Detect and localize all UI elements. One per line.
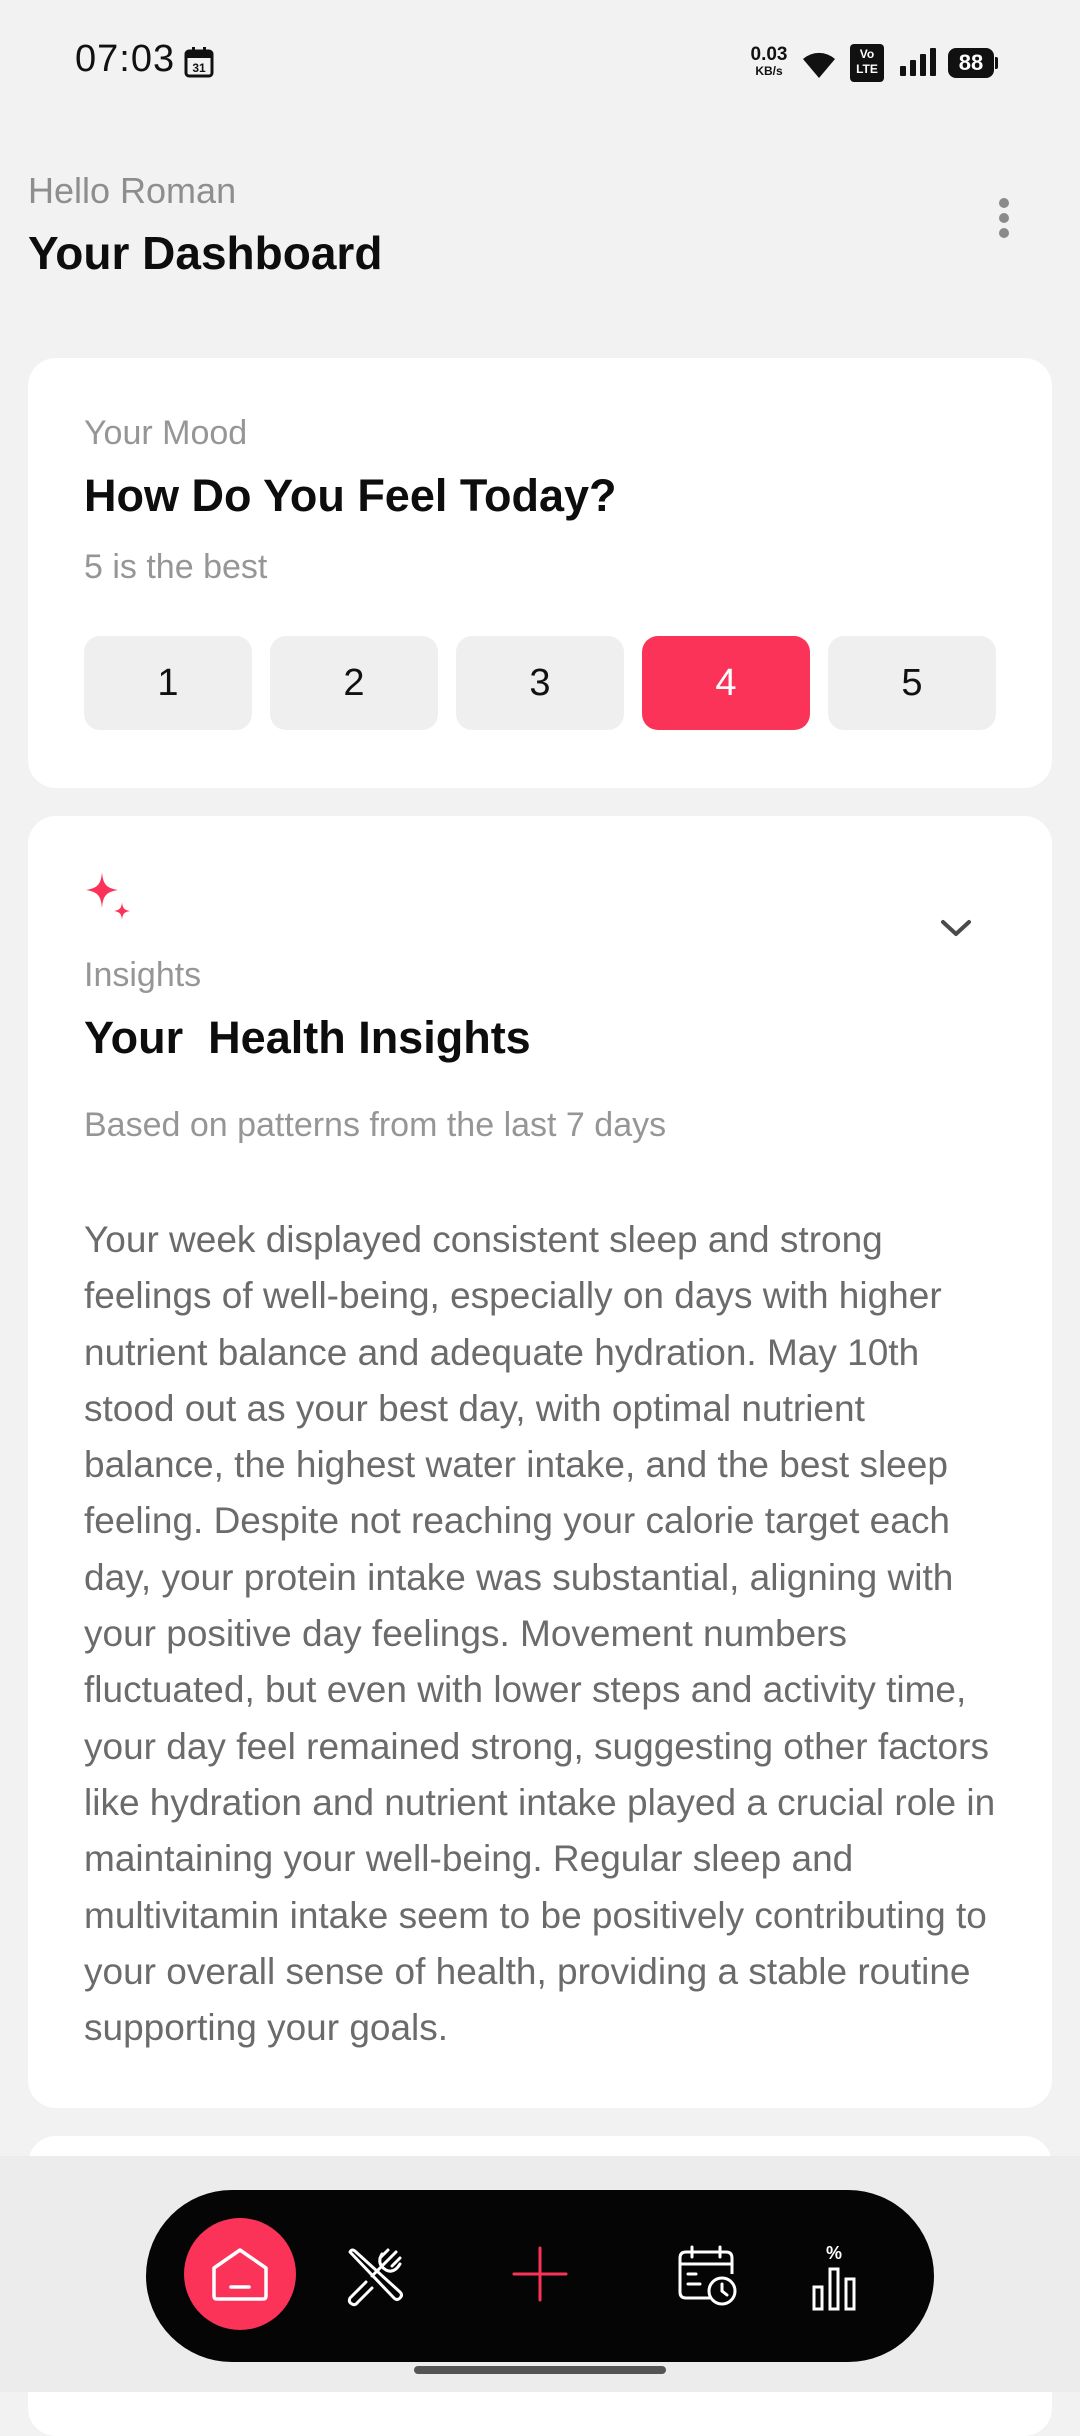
insights-kicker: Insights bbox=[84, 956, 202, 994]
mood-option-2[interactable]: 2 bbox=[270, 636, 438, 730]
insights-subtitle: Based on patterns from the last 7 days bbox=[84, 1106, 667, 1144]
greeting: Hello Roman bbox=[28, 170, 237, 211]
nav-stats-button[interactable]: % bbox=[800, 2234, 880, 2320]
page-title: Your Dashboard bbox=[28, 227, 383, 279]
home-icon bbox=[212, 2248, 268, 2301]
insights-title: Your Health Insights bbox=[84, 1012, 531, 1063]
collapse-insights-button[interactable] bbox=[928, 900, 984, 956]
mood-option-3[interactable]: 3 bbox=[456, 636, 624, 730]
more-dot-icon bbox=[999, 228, 1009, 238]
nav-home-button[interactable] bbox=[184, 2218, 296, 2330]
chevron-down-icon bbox=[941, 920, 971, 936]
insights-body: Your week displayed consistent sleep and… bbox=[84, 1219, 996, 2049]
calendar-clock-icon bbox=[678, 2245, 737, 2306]
wifi-icon bbox=[803, 52, 835, 78]
nav-add-button[interactable] bbox=[500, 2234, 580, 2314]
plus-icon bbox=[512, 2246, 568, 2302]
nav-schedule-button[interactable] bbox=[668, 2236, 748, 2316]
sparkle-icon bbox=[86, 872, 130, 920]
network-speed-value: 0.03 bbox=[750, 44, 788, 65]
fork-knife-icon bbox=[347, 2248, 403, 2307]
mood-subtitle: 5 is the best bbox=[84, 548, 268, 586]
status-bar: 07:03 31 0.03 KB/s Vo LTE 88 bbox=[0, 0, 1080, 128]
battery-tip bbox=[995, 57, 998, 69]
battery-icon: 88 bbox=[948, 48, 998, 78]
status-time: 07:03 bbox=[75, 38, 176, 80]
mood-title: How Do You Feel Today? bbox=[84, 470, 617, 521]
network-speed: 0.03 KB/s bbox=[746, 44, 792, 80]
more-dot-icon bbox=[999, 213, 1009, 223]
mood-kicker: Your Mood bbox=[84, 414, 248, 452]
mood-card: Your Mood How Do You Feel Today? 5 is th… bbox=[28, 358, 1052, 788]
more-options-button[interactable] bbox=[984, 192, 1024, 244]
mood-option-1[interactable]: 1 bbox=[84, 636, 252, 730]
nav-meals-button[interactable] bbox=[334, 2238, 414, 2318]
mood-option-4[interactable]: 4 bbox=[642, 636, 810, 730]
network-speed-unit: KB/s bbox=[755, 64, 783, 78]
battery-level: 88 bbox=[948, 48, 994, 78]
svg-text:31: 31 bbox=[192, 61, 206, 75]
volte-top-label: Vo bbox=[859, 47, 875, 61]
home-indicator[interactable] bbox=[414, 2366, 666, 2374]
signal-strength-icon bbox=[900, 48, 936, 76]
mood-option-5[interactable]: 5 bbox=[828, 636, 996, 730]
mood-scale: 1 2 3 4 5 bbox=[84, 636, 996, 730]
svg-text:%: % bbox=[826, 2243, 842, 2263]
percent-chart-icon: % bbox=[812, 2243, 856, 2311]
insights-card: Insights Your Health Insights Based on p… bbox=[28, 816, 1052, 2108]
more-dot-icon bbox=[999, 198, 1009, 208]
volte-bottom-label: LTE bbox=[856, 62, 878, 76]
calendar-notification-icon: 31 bbox=[184, 47, 214, 78]
volte-icon: Vo LTE bbox=[850, 44, 884, 82]
